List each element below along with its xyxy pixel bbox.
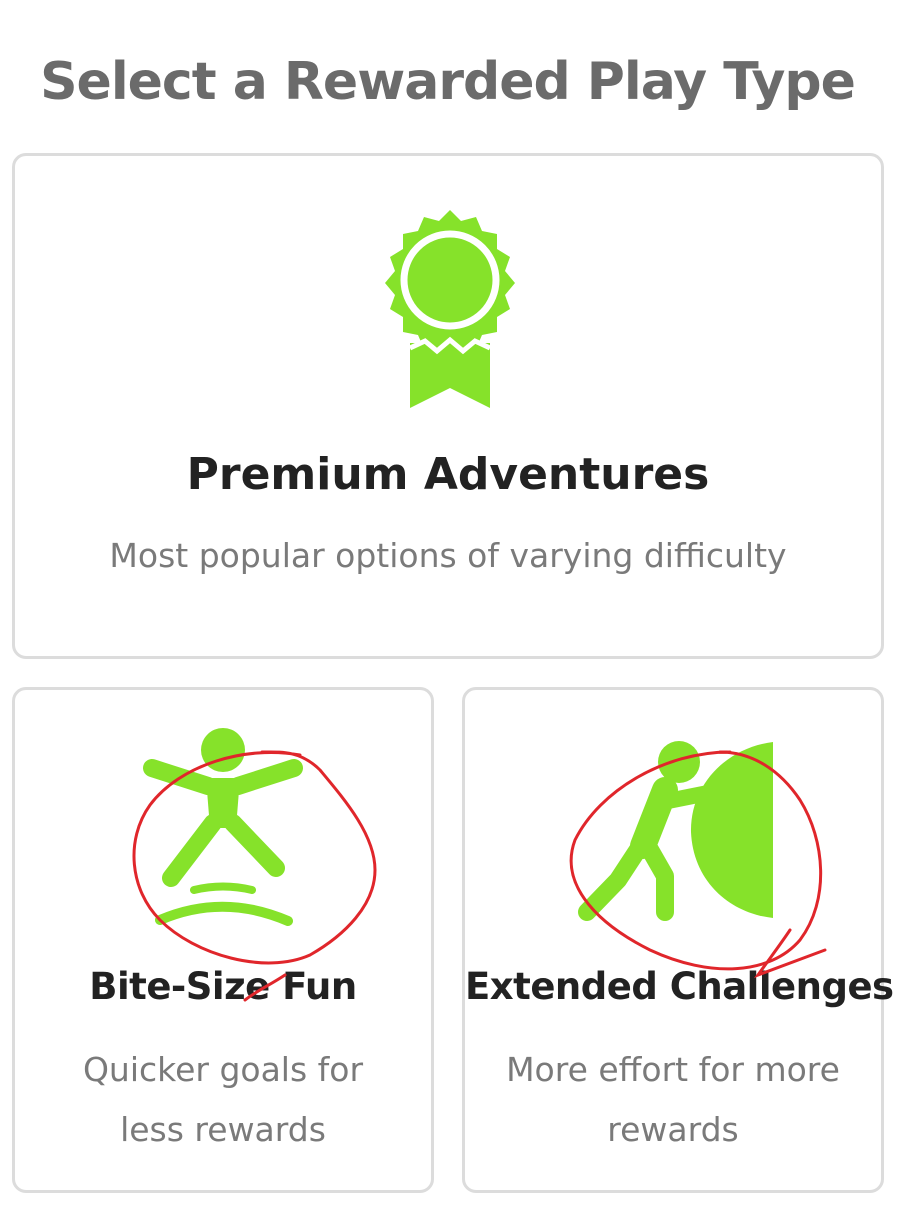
jumping-person-icon bbox=[143, 728, 303, 926]
bite-size-fun-card[interactable]: Bite-Size Fun Quicker goals for less rew… bbox=[12, 687, 434, 1193]
card-title: Bite-Size Fun bbox=[89, 965, 357, 1008]
award-ribbon-icon bbox=[385, 210, 515, 408]
page-title: Select a Rewarded Play Type bbox=[40, 52, 856, 112]
card-description: Quicker goals for less rewards bbox=[82, 1050, 364, 1149]
card-description: More effort for more rewards bbox=[506, 1050, 840, 1149]
card-description: Most popular options of varying difficul… bbox=[109, 536, 787, 575]
extended-challenges-card[interactable]: Extended Challenges More effort for more… bbox=[462, 687, 894, 1193]
pushing-person-icon bbox=[578, 741, 773, 921]
card-title: Extended Challenges bbox=[465, 965, 894, 1008]
premium-adventures-card[interactable]: Premium Adventures Most popular options … bbox=[12, 153, 884, 659]
card-title: Premium Adventures bbox=[186, 449, 710, 500]
